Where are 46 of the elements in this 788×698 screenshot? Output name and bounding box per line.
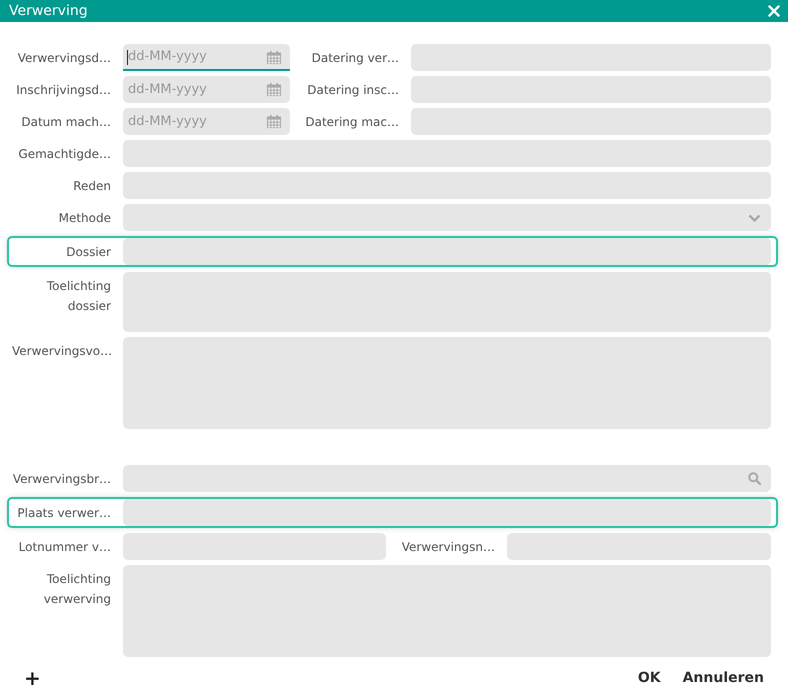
field-label: Verwervingsd… — [16, 50, 111, 65]
calendar-icon — [267, 115, 281, 128]
window-title: Verwerving — [9, 3, 88, 20]
calendar-icon — [267, 51, 281, 64]
text-area[interactable] — [123, 565, 771, 658]
input-field[interactable] — [411, 76, 771, 104]
search-icon — [748, 472, 761, 486]
field-label: Inschrijvingsd… — [15, 82, 111, 97]
chevron-down-icon — [748, 214, 761, 222]
dropdown-field[interactable] — [123, 204, 771, 232]
text-area[interactable] — [123, 272, 771, 332]
cancel-button[interactable]: Annuleren — [676, 666, 770, 690]
field-label: Datering insc… — [306, 82, 399, 97]
field-label: Toelichting verwerving — [42, 571, 111, 608]
input-field[interactable] — [507, 533, 771, 560]
field-label: Methode — [58, 210, 111, 225]
calendar-icon — [267, 83, 281, 96]
field-label: Toelichting dossier — [46, 278, 111, 316]
field-label: Reden — [72, 178, 111, 193]
ok-button[interactable]: OK — [632, 666, 667, 690]
date-field[interactable]: dd-MM-yyyy — [123, 76, 290, 104]
input-field[interactable] — [123, 533, 386, 560]
close-button[interactable] — [766, 3, 782, 20]
lookup-field[interactable] — [123, 465, 771, 492]
input-field[interactable] — [411, 108, 771, 136]
field-label: Plaats verwer… — [16, 506, 111, 520]
input-field[interactable] — [411, 44, 771, 72]
text-area[interactable] — [123, 337, 771, 430]
date-field[interactable]: dd-MM-yyyy — [123, 44, 290, 72]
field-label: Datum mach… — [20, 114, 111, 129]
close-icon — [768, 5, 780, 18]
add-button[interactable]: + — [20, 666, 45, 690]
field-label: Lotnummer v… — [18, 540, 111, 554]
input-field[interactable] — [123, 140, 771, 168]
field-label: Datering mac… — [304, 114, 399, 129]
field-label: Verwervingsn… — [400, 540, 495, 554]
text-cursor — [127, 50, 128, 66]
field-label: Verwervingsbr… — [12, 472, 111, 486]
field-label: Dossier — [65, 244, 111, 259]
field-label: Datering ver… — [310, 50, 399, 65]
field-label: Verwervingsvo… — [12, 343, 111, 360]
input-field[interactable] — [123, 238, 771, 266]
field-label: Gemachtigde… — [17, 146, 111, 161]
date-field[interactable]: dd-MM-yyyy — [123, 108, 290, 136]
input-field[interactable] — [123, 499, 771, 526]
input-field[interactable] — [123, 172, 771, 200]
